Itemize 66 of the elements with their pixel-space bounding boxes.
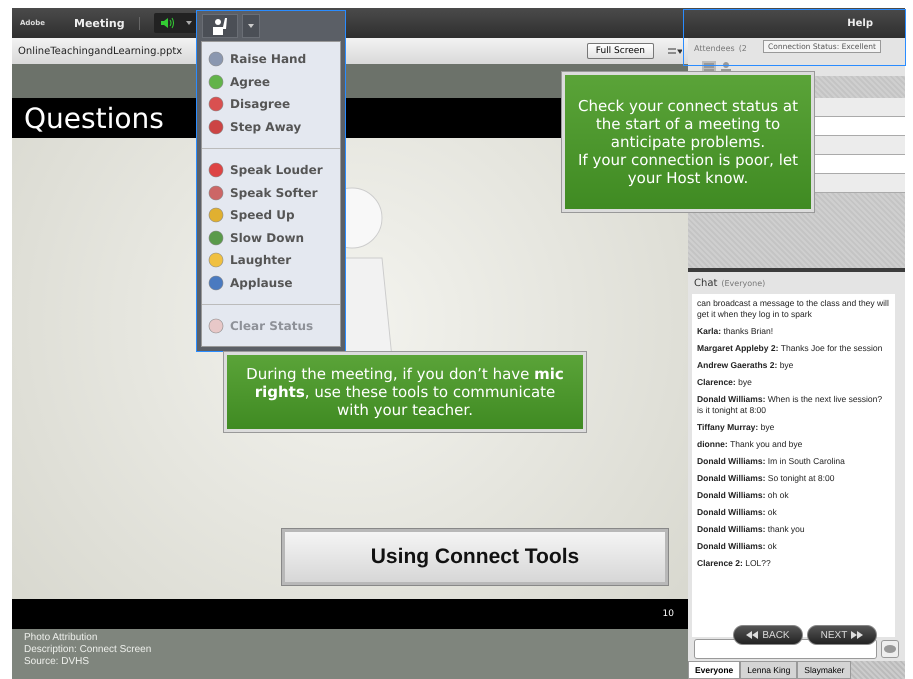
caption-text: Source: DVHS: [24, 656, 90, 668]
menu-item[interactable]: Speed Up: [202, 204, 340, 226]
chat-message: dionne: Thank you and bye: [697, 439, 804, 450]
menu-item[interactable]: Slow Down: [202, 226, 340, 249]
status-icon: [208, 162, 224, 178]
chat-message: Clarence: bye: [697, 377, 753, 388]
status-icon: [208, 274, 224, 291]
menu-item[interactable]: Speak Louder: [202, 159, 340, 182]
status-icon: [208, 51, 224, 68]
help-link[interactable]: Help: [847, 18, 873, 28]
chat-tab[interactable]: Slaymaker: [797, 661, 852, 679]
page-number: 10: [662, 609, 674, 619]
slide-title: Questions: [23, 102, 164, 134]
chat-message: Karla: thanks Brian!: [697, 326, 774, 337]
slide-banner: Using Connect Tools: [282, 529, 668, 585]
raise-hand-button[interactable]: [202, 14, 238, 38]
pod-title: Attendees: [694, 44, 735, 52]
chat-message: can broadcast a message to the class and they will get it when they log in to spark: [697, 298, 890, 320]
chat-message: Donald Williams: Im in South Carolina: [697, 456, 846, 467]
chat-tab[interactable]: Lenna King: [740, 661, 798, 679]
status-icon: [208, 184, 224, 201]
chat-scope: (Everyone): [721, 278, 766, 288]
file-name: OnlineTeachingandLearning.pptx: [18, 46, 182, 56]
status-icon: [208, 207, 224, 224]
caret-icon: [186, 21, 192, 25]
chat-message: Donald Williams: ok: [697, 541, 778, 552]
status-icon: [208, 252, 224, 268]
chat-message: Margaret Appleby 2: Thanks Joe for the session: [697, 343, 884, 354]
chat-message: Donald Williams: When is the next live session? is it tonight at 8:00: [697, 394, 884, 416]
speaker-button[interactable]: [154, 13, 198, 33]
menu-item[interactable]: Applause: [202, 272, 340, 294]
full-screen-button[interactable]: Full Screen: [586, 43, 654, 59]
menu-item[interactable]: Speak Softer: [202, 182, 340, 204]
back-button[interactable]: BACK: [733, 625, 803, 645]
chat-message: Tiffany Murray: bye: [697, 422, 776, 433]
menu-icon[interactable]: [668, 47, 682, 55]
callout: During the meeting, if you don’t have mic rights, use these tools to communicate with your teacher.: [224, 352, 586, 432]
menu-item[interactable]: Meeting: [60, 16, 140, 30]
chat-message: Donald Williams: thank you: [697, 524, 806, 535]
callout: Check your connect status at the start of a meeting to anticipate problems. If your connection is poor, let your Host know.: [562, 72, 814, 212]
menu-item[interactable]: Disagree: [202, 93, 340, 116]
status-icon: [208, 230, 224, 246]
speaker-icon: [160, 17, 174, 29]
chat-message: Andrew Gaeraths 2: bye: [697, 360, 794, 371]
chat-message: Clarence 2: LOL??: [697, 558, 772, 569]
chat-message: Donald Williams: So tonight at 8:00: [697, 473, 836, 484]
pod-title: Chat: [694, 278, 718, 288]
menu-item[interactable]: Laughter: [202, 249, 340, 272]
person-raising-hand-icon: [212, 17, 228, 35]
next-button[interactable]: NEXT: [807, 625, 877, 645]
chat-tab[interactable]: Everyone: [688, 661, 740, 679]
chat-message: Donald Williams: ok: [697, 507, 778, 518]
menu-item[interactable]: Step Away: [202, 116, 340, 138]
dropdown-button[interactable]: [242, 14, 260, 38]
menu-item[interactable]: Raise Hand: [202, 48, 340, 70]
speech-bubble-icon: [883, 644, 897, 654]
status-icon: [208, 318, 224, 334]
caption-text: Description: Connect Screen: [24, 644, 152, 656]
caret-icon: [248, 24, 254, 28]
caption-text: Photo Attribution: [24, 632, 98, 644]
attendee-count: (2: [738, 44, 747, 52]
chat-message: Donald Williams: oh ok: [697, 490, 790, 501]
menu-item[interactable]: Agree: [202, 70, 340, 93]
status-icon: [208, 74, 224, 90]
status-icon: [208, 96, 224, 112]
status-icon: [208, 118, 224, 135]
